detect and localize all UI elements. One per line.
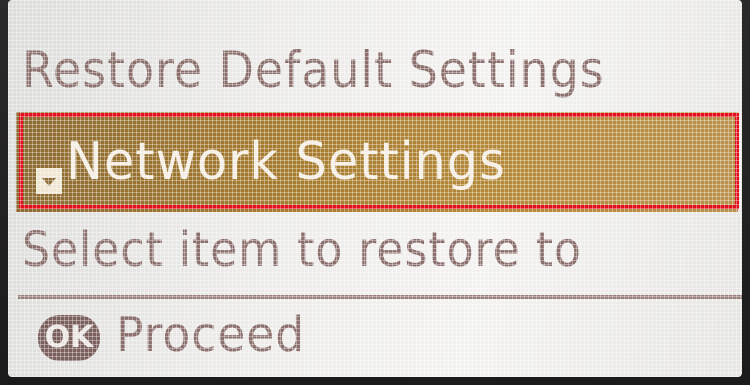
ok-button-icon[interactable]: OK — [38, 315, 100, 361]
down-arrow-icon — [36, 168, 62, 194]
menu-item-label: Network Settings — [66, 132, 506, 192]
proceed-label: Proceed — [116, 307, 306, 363]
menu-item-network-settings[interactable]: Network Settings — [16, 112, 738, 212]
printer-control-panel: Restore Default Settings Network Setting… — [0, 0, 750, 385]
ok-button-label: OK — [44, 320, 94, 355]
divider — [18, 295, 742, 299]
lcd-screen: Restore Default Settings Network Setting… — [8, 0, 742, 377]
screen-title: Restore Default Settings — [22, 41, 605, 99]
instruction-text: Select item to restore to — [22, 222, 582, 278]
